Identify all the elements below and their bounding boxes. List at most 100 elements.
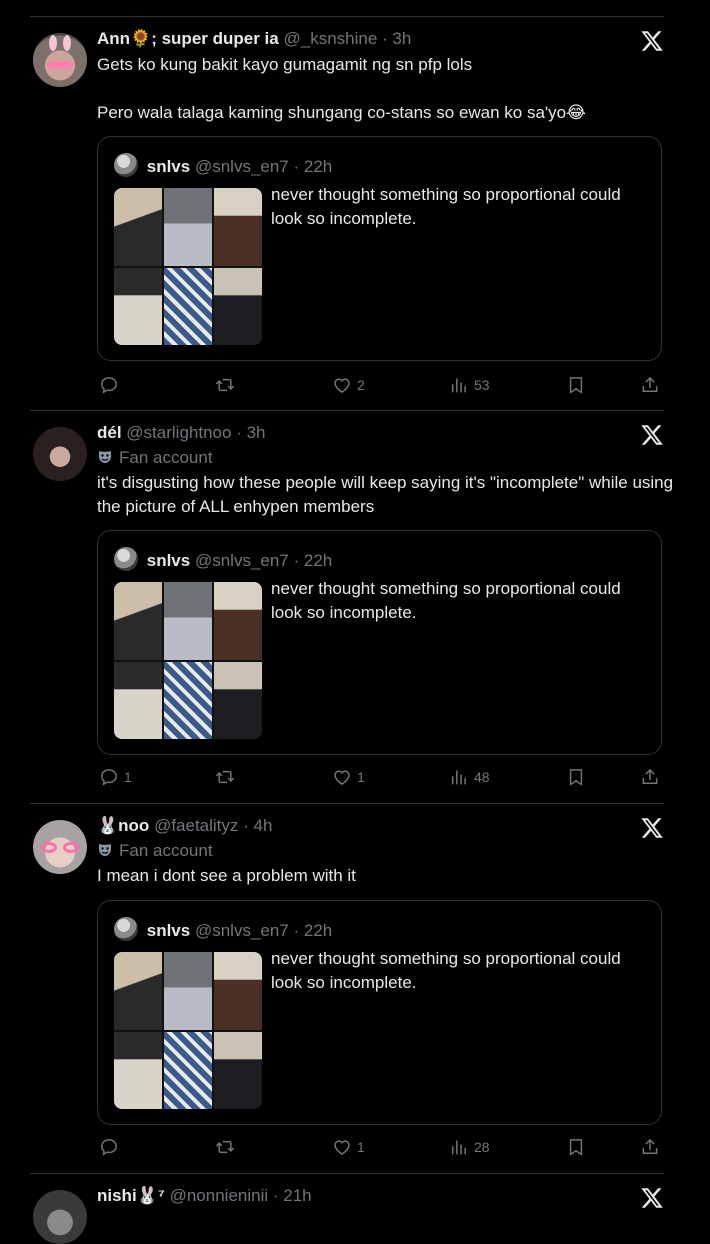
- quoted-tweet[interactable]: snlvs @snlvs_en7 · 22h never thought som…: [97, 530, 662, 755]
- retweet-button[interactable]: [215, 1135, 240, 1159]
- share-button[interactable]: [640, 765, 660, 789]
- tweet-header: Ann🌻; super duper ia @_ksnshine · 3h: [97, 28, 411, 50]
- reply-button[interactable]: [99, 1135, 124, 1159]
- tweet-header: 🐰noo @faetalityz · 4h: [97, 815, 272, 837]
- fan-mask-icon: [97, 842, 113, 858]
- bookmark-button[interactable]: [566, 1135, 586, 1159]
- views-button[interactable]: 28: [449, 1135, 490, 1159]
- bookmark-icon: [566, 1137, 586, 1157]
- fan-account-label: Fan account: [97, 447, 213, 469]
- quote-image[interactable]: [114, 188, 262, 345]
- display-name[interactable]: 🐰noo: [97, 816, 149, 835]
- quote-text: never thought something so proportional …: [271, 185, 621, 228]
- avatar[interactable]: [33, 33, 87, 87]
- like-count: 1: [357, 769, 365, 785]
- photo-cell: [114, 188, 162, 266]
- bookmark-button[interactable]: [566, 373, 586, 397]
- reply-button[interactable]: [99, 373, 124, 397]
- like-button[interactable]: 1: [332, 765, 365, 789]
- separator-dot: ·: [288, 921, 304, 940]
- like-icon: [332, 767, 352, 787]
- fan-account-text: Fan account: [119, 448, 213, 467]
- bookmark-icon: [566, 375, 586, 395]
- timestamp[interactable]: 3h: [247, 423, 266, 442]
- photo-cell: [164, 267, 212, 345]
- x-logo-icon[interactable]: [640, 29, 664, 53]
- bunny-ear-decoration: [63, 35, 71, 51]
- action-bar: 2 53: [97, 373, 667, 397]
- photo-cell: [114, 952, 162, 1030]
- share-button[interactable]: [640, 1135, 660, 1159]
- reply-icon: [99, 375, 119, 395]
- views-icon: [449, 375, 469, 395]
- timestamp[interactable]: 3h: [392, 29, 411, 48]
- timestamp[interactable]: 21h: [283, 1186, 311, 1205]
- quote-timestamp: 22h: [303, 921, 333, 940]
- quote-display-name: snlvs: [146, 551, 191, 570]
- avatar[interactable]: [33, 427, 87, 481]
- tweet-header: nishi🐰⁷ @nonnieninii · 21h: [97, 1185, 312, 1207]
- like-count: 2: [357, 377, 365, 393]
- bunny-ear-decoration: [49, 35, 57, 51]
- share-button[interactable]: [640, 373, 660, 397]
- fan-account-text: Fan account: [119, 841, 213, 860]
- views-count: 28: [474, 1139, 490, 1155]
- display-name[interactable]: Ann🌻; super duper ia: [97, 29, 279, 48]
- handle[interactable]: @faetalityz: [154, 816, 238, 835]
- quoted-tweet[interactable]: snlvs @snlvs_en7 · 22h never thought som…: [97, 136, 662, 361]
- like-icon: [332, 375, 352, 395]
- separator-dot: ·: [288, 157, 304, 176]
- separator-dot: ·: [377, 29, 393, 48]
- views-button[interactable]: 48: [449, 765, 490, 789]
- quote-avatar: [114, 547, 138, 571]
- like-button[interactable]: 2: [332, 373, 365, 397]
- x-logo-icon[interactable]: [640, 816, 664, 840]
- timestamp[interactable]: 4h: [254, 816, 273, 835]
- share-icon: [640, 375, 660, 395]
- photo-cell: [164, 188, 212, 266]
- quote-handle: @snlvs_en7: [194, 921, 289, 940]
- like-icon: [332, 1137, 352, 1157]
- photo-cell: [114, 661, 162, 739]
- photo-cell: [114, 582, 162, 660]
- tweet-text: Gets ko kung bakit kayo gumagamit ng sn …: [97, 55, 586, 122]
- bookmark-button[interactable]: [566, 765, 586, 789]
- retweet-button[interactable]: [215, 765, 240, 789]
- avatar[interactable]: [33, 820, 87, 874]
- photo-cell: [114, 1031, 162, 1109]
- fan-account-label: Fan account: [97, 840, 213, 862]
- quoted-tweet[interactable]: snlvs @snlvs_en7 · 22h never thought som…: [97, 900, 662, 1125]
- quote-handle: @snlvs_en7: [194, 551, 289, 570]
- glasses-decoration: [47, 61, 73, 69]
- reply-button[interactable]: 1: [99, 765, 132, 789]
- photo-cell: [164, 661, 212, 739]
- photo-cell: [214, 952, 262, 1030]
- retweet-button[interactable]: [215, 373, 240, 397]
- quote-header: snlvs @snlvs_en7 · 22h: [114, 917, 332, 942]
- handle[interactable]: @nonnieninii: [170, 1186, 269, 1205]
- display-name[interactable]: dél: [97, 423, 122, 442]
- quote-display-name: snlvs: [146, 921, 191, 940]
- separator-dot: ·: [231, 423, 247, 442]
- quote-header: snlvs @snlvs_en7 · 22h: [114, 153, 332, 178]
- photo-cell: [214, 267, 262, 345]
- like-button[interactable]: 1: [332, 1135, 365, 1159]
- tweet-header: dél @starlightnoo · 3h: [97, 422, 265, 444]
- quote-image[interactable]: [114, 582, 262, 739]
- photo-cell: [214, 582, 262, 660]
- avatar[interactable]: [33, 1190, 87, 1244]
- views-count: 53: [474, 377, 490, 393]
- separator-dot: ·: [288, 551, 304, 570]
- x-logo-icon[interactable]: [640, 423, 664, 447]
- retweet-icon: [215, 767, 235, 787]
- quote-avatar: [114, 917, 138, 941]
- reply-icon: [99, 1137, 119, 1157]
- handle[interactable]: @_ksnshine: [283, 29, 377, 48]
- tweet-divider: [30, 410, 664, 411]
- handle[interactable]: @starlightnoo: [126, 423, 231, 442]
- retweet-icon: [215, 375, 235, 395]
- x-logo-icon[interactable]: [640, 1186, 664, 1210]
- quote-image[interactable]: [114, 952, 262, 1109]
- views-button[interactable]: 53: [449, 373, 490, 397]
- display-name[interactable]: nishi🐰⁷: [97, 1186, 165, 1205]
